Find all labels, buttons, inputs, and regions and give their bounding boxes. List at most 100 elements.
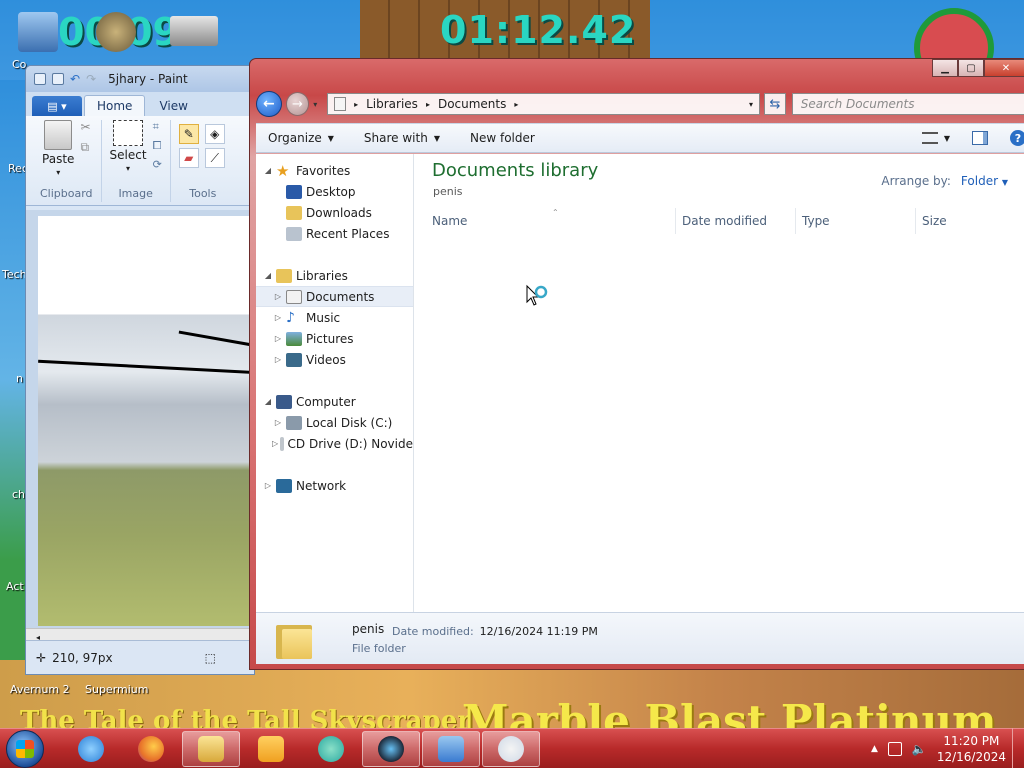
column-header-type[interactable]: Type	[796, 208, 916, 234]
desktop-icon-label[interactable]: Supermium	[85, 683, 149, 696]
nav-item-recent-places[interactable]: Recent Places	[256, 223, 413, 244]
preview-pane-icon[interactable]	[972, 131, 988, 145]
show-hidden-icons-button[interactable]: ▲	[871, 744, 878, 754]
fill-icon[interactable]: ◈	[204, 124, 225, 144]
undo-icon[interactable]: ↶	[70, 72, 80, 86]
pencil-icon[interactable]: ✎	[178, 124, 199, 144]
collapse-icon[interactable]: ◢	[262, 397, 274, 406]
paint-app-icon[interactable]	[34, 73, 46, 85]
copy-icon[interactable]: ⧉	[80, 140, 90, 155]
change-view-button[interactable]: ▼	[921, 132, 950, 144]
nav-item-videos[interactable]: ▷ Videos	[256, 349, 413, 370]
computer-icon	[276, 394, 292, 409]
breadcrumb-documents[interactable]: Documents	[438, 97, 506, 111]
paint-canvas[interactable]	[38, 216, 254, 626]
resize-icon[interactable]: ⧠	[153, 139, 162, 153]
collapse-icon[interactable]: ◢	[262, 166, 274, 175]
show-desktop-button[interactable]	[1012, 728, 1024, 768]
chevron-right-icon[interactable]: ▸	[354, 100, 358, 109]
bus-shortcut-icon[interactable]	[170, 16, 218, 46]
address-bar[interactable]: ▸ Libraries ▸ Documents ▸ ▾	[327, 93, 761, 115]
drawn-line	[178, 330, 254, 355]
maximize-button[interactable]: ▢	[958, 59, 984, 77]
library-subtitle[interactable]: penis	[433, 185, 598, 198]
redo-icon[interactable]: ↷	[86, 72, 96, 86]
save-icon[interactable]	[52, 73, 64, 85]
taskbar-firefox-button[interactable]	[122, 731, 180, 767]
nav-item-network[interactable]: ▷ Network	[256, 475, 413, 496]
column-header-name[interactable]: Name	[414, 208, 676, 234]
help-icon[interactable]: ?	[1010, 130, 1024, 146]
arrange-by-dropdown[interactable]: Folder ▼	[961, 174, 1008, 188]
column-header-size[interactable]: Size	[916, 208, 996, 234]
nav-item-music[interactable]: ▷ ♪ Music	[256, 307, 413, 328]
forward-button[interactable]: →	[285, 92, 310, 116]
column-label: Date modified	[682, 214, 768, 228]
expand-icon[interactable]: ▷	[272, 439, 278, 448]
taskbar-messenger-button[interactable]	[302, 731, 360, 767]
select-button[interactable]: Select ▾	[110, 120, 147, 173]
start-button[interactable]	[6, 729, 44, 768]
desktop-icon-label[interactable]: Avernum 2	[10, 683, 70, 696]
crop-icon[interactable]: ⌗	[153, 120, 162, 134]
taskbar-paint-button[interactable]	[482, 730, 540, 767]
chevron-right-icon[interactable]: ▸	[426, 100, 430, 109]
taskbar-media-button[interactable]	[242, 731, 300, 767]
explorer-window[interactable]: ▁ ▢ ✕ ← → ▾ ▸ Libraries ▸ Documents ▸ ▾ …	[249, 58, 1024, 670]
expand-icon[interactable]: ▷	[272, 334, 284, 343]
expand-icon[interactable]: ▷	[272, 355, 284, 364]
desktop-icon-label[interactable]: n	[16, 372, 23, 385]
paint-window[interactable]: ↶ ↷ 5jhary - Paint ▤ ▾ Home View Paste ▾…	[25, 65, 255, 675]
color-picker-icon[interactable]: ⟋	[204, 148, 225, 168]
close-button[interactable]: ✕	[984, 59, 1024, 77]
tab-home[interactable]: Home	[84, 95, 146, 116]
refresh-button[interactable]: ⇆	[764, 93, 786, 115]
recent-places-icon	[286, 226, 302, 241]
recent-pages-dropdown[interactable]: ▾	[313, 100, 323, 109]
taskbar-ie-button[interactable]	[62, 731, 120, 767]
taskbar-remote-button[interactable]	[422, 730, 480, 767]
expand-icon[interactable]: ▷	[272, 313, 284, 322]
expand-icon[interactable]: ▷	[272, 292, 284, 301]
paint-menu-button[interactable]: ▤ ▾	[32, 96, 82, 116]
rotate-icon[interactable]: ⟳	[153, 158, 162, 171]
game-shortcut-icon[interactable]	[96, 12, 136, 52]
back-button[interactable]: ←	[256, 91, 282, 117]
nav-item-libraries[interactable]: ◢ Libraries	[256, 265, 413, 286]
file-list-area[interactable]: Documents library penis Arrange by: Fold…	[414, 154, 1024, 612]
address-dropdown-icon[interactable]: ▾	[749, 100, 759, 109]
column-header-date-modified[interactable]: Date modified	[676, 208, 796, 234]
clock[interactable]: 11:20 PM 12/16/2024	[937, 733, 1006, 765]
breadcrumb-libraries[interactable]: Libraries	[366, 97, 418, 111]
nav-item-pictures[interactable]: ▷ Pictures	[256, 328, 413, 349]
nav-item-documents[interactable]: ▷ Documents	[256, 286, 413, 307]
nav-item-favorites[interactable]: ◢ ★ Favorites	[256, 160, 413, 181]
expand-icon[interactable]: ▷	[272, 418, 284, 427]
desktop-icon-label[interactable]: ch	[12, 488, 25, 501]
eraser-icon[interactable]: ▰	[178, 148, 199, 168]
collapse-icon[interactable]: ◢	[262, 271, 274, 280]
volume-icon[interactable]: 🔈	[912, 742, 927, 756]
nav-item-local-disk[interactable]: ▷ Local Disk (C:)	[256, 412, 413, 433]
select-icon	[113, 120, 144, 146]
desktop-icon-label[interactable]: Act	[6, 580, 24, 593]
share-with-button[interactable]: Share with ▼	[364, 131, 440, 145]
computer-icon[interactable]	[18, 12, 58, 52]
paint-titlebar[interactable]: ↶ ↷ 5jhary - Paint	[26, 66, 254, 92]
minimize-button[interactable]: ▁	[932, 59, 958, 77]
nav-item-downloads[interactable]: Downloads	[256, 202, 413, 223]
nav-item-desktop[interactable]: Desktop	[256, 181, 413, 202]
network-status-icon[interactable]	[887, 741, 902, 756]
organize-button[interactable]: Organize ▼	[268, 131, 334, 145]
chevron-right-icon[interactable]: ▸	[514, 100, 518, 109]
cut-icon[interactable]: ✂	[80, 120, 90, 134]
taskbar-explorer-button[interactable]	[182, 730, 240, 767]
nav-item-cd-drive[interactable]: ▷ CD Drive (D:) Novide	[256, 433, 413, 454]
search-input[interactable]	[791, 93, 1024, 115]
expand-icon[interactable]: ▷	[262, 481, 274, 490]
taskbar-steam-button[interactable]	[362, 730, 420, 767]
nav-item-computer[interactable]: ◢ Computer	[256, 391, 413, 412]
new-folder-button[interactable]: New folder	[470, 131, 535, 145]
tab-view[interactable]: View	[147, 96, 199, 116]
paste-button[interactable]: Paste ▾	[42, 120, 74, 177]
